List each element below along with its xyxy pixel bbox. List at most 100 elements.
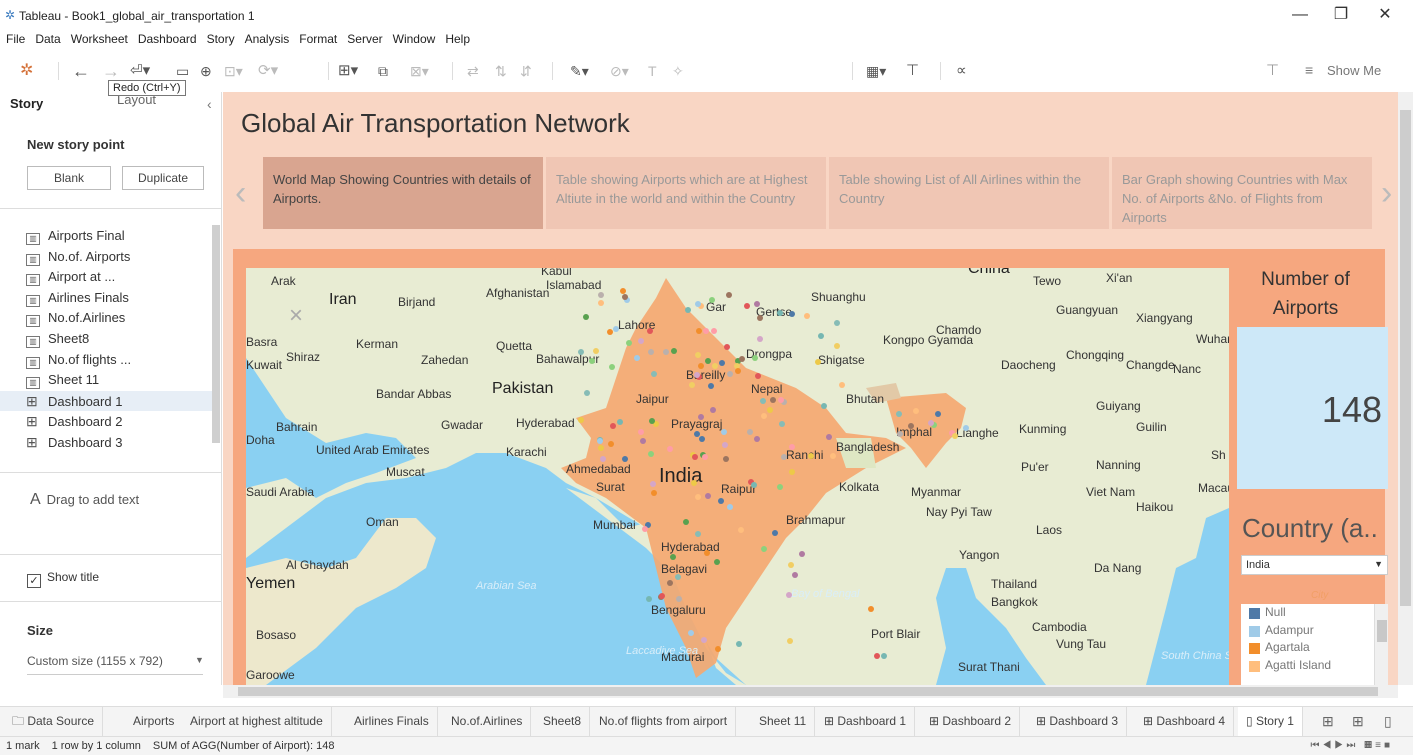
menu-data[interactable]: Data	[30, 30, 65, 48]
sort-ascending-icon[interactable]: ⇅	[495, 60, 507, 82]
sheet-list-item[interactable]: ▥ Airports Final	[26, 226, 212, 247]
airport-marker[interactable]	[895, 411, 902, 418]
show-title-checkbox[interactable]: ✓ Show title	[27, 570, 99, 588]
map-close-icon[interactable]: ×	[283, 303, 309, 329]
save-icon[interactable]: ⏎▾	[130, 60, 150, 82]
dashboard-list-item[interactable]: ⊞ Dashboard 3	[26, 432, 212, 453]
airport-marker[interactable]	[577, 349, 584, 356]
airport-marker[interactable]	[694, 531, 701, 538]
airport-marker[interactable]	[757, 314, 764, 321]
airport-marker[interactable]	[687, 629, 694, 636]
airport-marker[interactable]	[578, 416, 585, 423]
sort-descending-icon[interactable]: ⇵	[520, 60, 532, 82]
airport-marker[interactable]	[760, 546, 767, 553]
minimize-button[interactable]: —	[1285, 4, 1315, 26]
pin-show-me-icon[interactable]: ⊤	[1266, 60, 1279, 82]
airport-marker[interactable]	[789, 468, 796, 475]
airport-marker[interactable]	[620, 288, 627, 295]
airport-marker[interactable]	[873, 653, 880, 660]
airport-marker[interactable]	[704, 549, 711, 556]
drag-to-add-text[interactable]: A Drag to add text	[30, 491, 139, 509]
legend-item[interactable]: Null	[1241, 604, 1388, 622]
legend-scrollbar[interactable]	[1374, 604, 1388, 685]
sheet-tab[interactable]: ⊞ Dashboard 3	[1028, 707, 1128, 736]
airport-marker[interactable]	[912, 408, 919, 415]
airport-marker[interactable]	[769, 396, 776, 403]
sheet-list-item[interactable]: ▥ Sheet 11	[26, 370, 212, 391]
close-button[interactable]: ✕	[1370, 4, 1400, 26]
menu-story[interactable]: Story	[202, 30, 240, 48]
airport-marker[interactable]	[786, 637, 793, 644]
airport-marker[interactable]	[704, 492, 711, 499]
airport-marker[interactable]	[608, 440, 615, 447]
airport-marker[interactable]	[736, 640, 742, 647]
new-story-tab-icon[interactable]: ▯	[1384, 713, 1392, 730]
menu-help[interactable]: Help	[440, 30, 475, 48]
dashboard-list-item[interactable]: ⊞ Dashboard 2	[26, 411, 212, 432]
sheet-navigation-icons[interactable]: ⏮◀▶⏭ ▦≡■	[1311, 737, 1394, 755]
airport-marker[interactable]	[597, 445, 604, 452]
horizontal-scrollbar[interactable]	[223, 685, 1398, 698]
airport-marker[interactable]	[650, 490, 657, 497]
sheet-list-item[interactable]: ▥ Sheet8	[26, 329, 212, 350]
airport-marker[interactable]	[757, 335, 764, 342]
sheet-tab[interactable]: ▯ Story 1	[1238, 707, 1303, 736]
airport-marker[interactable]	[588, 358, 595, 365]
airport-marker[interactable]	[658, 592, 665, 599]
airport-marker[interactable]	[640, 438, 647, 445]
airport-marker[interactable]	[617, 419, 624, 426]
airport-marker[interactable]	[607, 329, 614, 336]
airport-marker[interactable]	[738, 356, 745, 363]
dashboard-list-item[interactable]: ⊞ Dashboard 1	[0, 390, 212, 412]
airport-marker[interactable]	[772, 530, 779, 537]
airport-marker[interactable]	[647, 328, 654, 335]
chevron-down-icon[interactable]: ▼	[195, 655, 204, 665]
collapse-panel-icon[interactable]: ‹	[207, 96, 212, 112]
airport-marker[interactable]	[744, 302, 751, 309]
swap-icon[interactable]: ⇄	[467, 60, 479, 82]
airport-marker[interactable]	[708, 383, 715, 390]
airport-marker[interactable]	[788, 561, 794, 568]
airport-marker[interactable]	[621, 294, 628, 301]
story-prev-icon[interactable]: ‹	[235, 174, 246, 213]
scroll-thumb[interactable]	[1400, 110, 1411, 606]
presentation-icon[interactable]: ⊤	[906, 60, 919, 82]
airport-marker[interactable]	[663, 348, 670, 355]
vertical-scrollbar[interactable]	[1398, 92, 1413, 685]
airport-marker[interactable]	[638, 429, 645, 436]
story-point-3[interactable]: Table showing List of All Airlines withi…	[829, 157, 1109, 229]
story-next-icon[interactable]: ›	[1381, 174, 1392, 213]
airport-marker[interactable]	[826, 434, 833, 441]
legend-item[interactable]: Agartala	[1241, 639, 1388, 657]
menu-dashboard[interactable]: Dashboard	[133, 30, 202, 48]
sheet-tab[interactable]: 🗀 Data Source	[4, 707, 104, 736]
menu-worksheet[interactable]: Worksheet	[66, 30, 133, 48]
airport-marker[interactable]	[682, 518, 689, 525]
duplicate-sheet-icon[interactable]: ⧉	[378, 60, 388, 82]
menu-window[interactable]: Window	[388, 30, 441, 48]
airport-marker[interactable]	[934, 411, 941, 418]
airport-marker[interactable]	[881, 653, 888, 660]
sheet-tab[interactable]: ⊞ Dashboard 1	[816, 707, 916, 736]
blank-button[interactable]: Blank	[27, 166, 111, 190]
airport-marker[interactable]	[648, 450, 654, 457]
airport-marker[interactable]	[734, 367, 741, 374]
airport-marker[interactable]	[723, 344, 730, 351]
airport-marker[interactable]	[817, 332, 824, 339]
floppy-icon[interactable]: ▭	[176, 60, 189, 82]
airport-marker[interactable]	[670, 347, 677, 354]
airport-marker[interactable]	[696, 327, 703, 334]
sheet-list-item[interactable]: ▥ No.of. Airports	[26, 247, 212, 268]
airport-marker[interactable]	[634, 354, 641, 361]
sheet-tab[interactable]: Sheet8	[535, 707, 591, 736]
airport-marker[interactable]	[721, 442, 728, 449]
labels-icon[interactable]: T	[648, 60, 657, 82]
airport-marker[interactable]	[675, 595, 682, 602]
airport-marker[interactable]	[788, 443, 795, 450]
airport-marker[interactable]	[789, 311, 796, 318]
menu-format[interactable]: Format	[294, 30, 342, 48]
airport-marker[interactable]	[692, 453, 699, 460]
airport-marker[interactable]	[694, 494, 701, 501]
sheet-tab[interactable]: No.of.Airlines	[443, 707, 532, 736]
airport-marker[interactable]	[700, 637, 707, 644]
